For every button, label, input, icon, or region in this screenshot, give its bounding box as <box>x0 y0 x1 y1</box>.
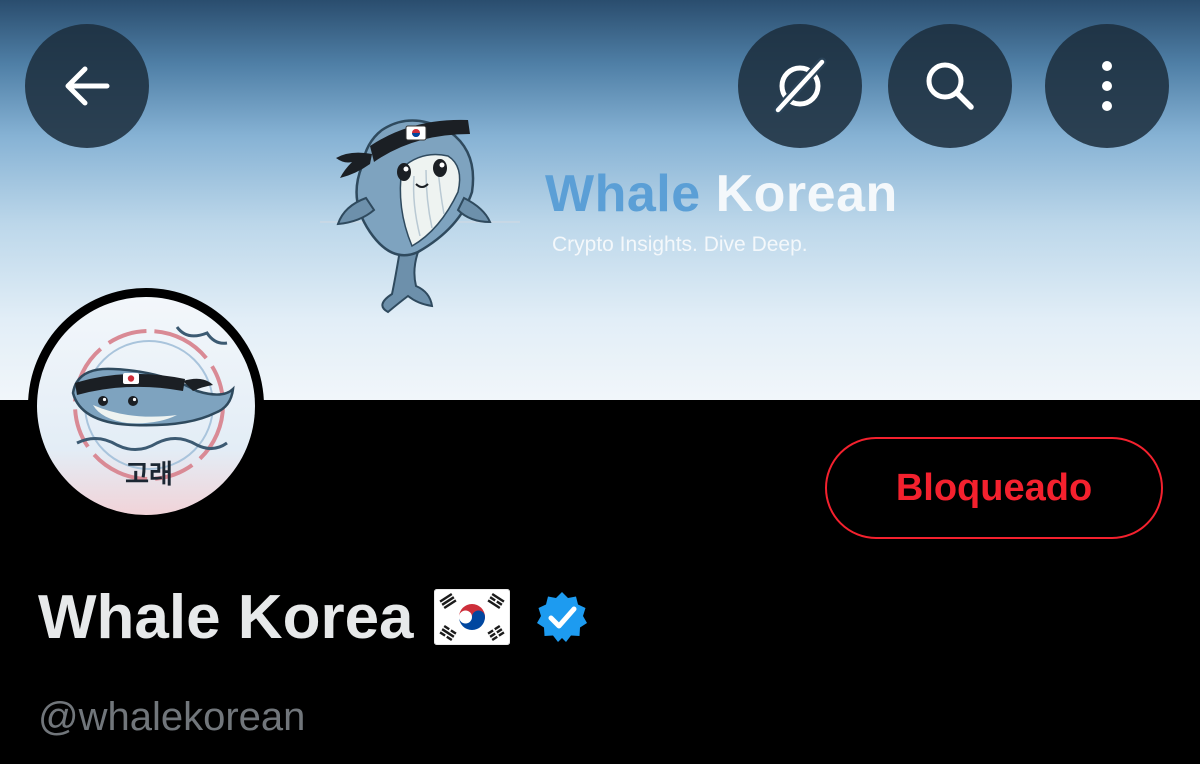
verified-badge-icon <box>536 592 587 642</box>
grok-icon <box>773 57 827 115</box>
back-button[interactable] <box>25 24 149 148</box>
profile-name-row: Whale Korea <box>38 582 590 652</box>
more-vertical-icon <box>1102 61 1112 111</box>
arrow-left-icon <box>65 66 110 106</box>
display-name: Whale Korea <box>38 582 414 652</box>
profile-page: Whale Korean Crypto Insights. Dive Deep. <box>0 0 1200 764</box>
whale-avatar-icon: 고래 <box>71 326 235 490</box>
banner-brand-text: Whale Korean <box>545 164 898 224</box>
more-options-button[interactable] <box>1045 24 1169 148</box>
search-button[interactable] <box>888 24 1012 148</box>
avatar-lettering: 고래 <box>125 460 173 490</box>
avatar[interactable]: 고래 <box>28 288 264 524</box>
whale-mascot-icon <box>320 119 520 314</box>
south-korea-flag-icon <box>433 589 510 645</box>
banner-brand-word-1: Whale <box>545 165 701 223</box>
avatar-image: 고래 <box>37 297 255 515</box>
blocked-button[interactable]: Bloqueado <box>825 437 1163 539</box>
profile-handle: @whalekorean <box>38 695 306 739</box>
banner-brand-word-2: Korean <box>715 165 898 223</box>
search-icon <box>926 62 974 110</box>
banner-tagline: Crypto Insights. Dive Deep. <box>552 233 808 256</box>
grok-button[interactable] <box>738 24 862 148</box>
